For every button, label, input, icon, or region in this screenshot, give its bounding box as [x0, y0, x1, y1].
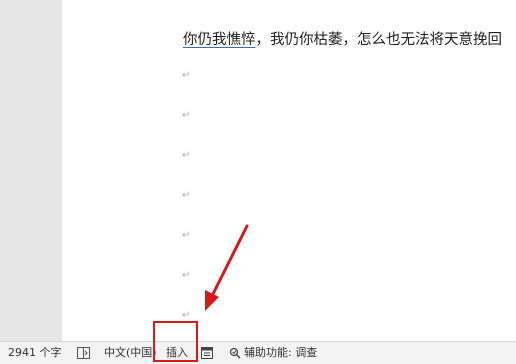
accessibility-icon-svg	[229, 347, 241, 359]
paragraph-mark-icon: ↵	[182, 310, 191, 321]
macro-icon[interactable]	[201, 347, 213, 362]
word-count[interactable]: 2941 个字	[8, 346, 62, 360]
accessibility-status[interactable]: 辅助功能: 调查	[244, 346, 317, 360]
text-rest: ，我仍你枯萎，怎么也无法将天意挽回	[255, 32, 503, 48]
paragraph-mark-icon: ↵	[182, 270, 191, 281]
macro-icon-svg	[201, 347, 213, 359]
language-indicator[interactable]: 中文(中国)	[104, 346, 157, 360]
paragraph-mark-icon: ↵	[182, 150, 191, 161]
paragraph-mark-icon: ↵	[182, 110, 191, 121]
proofing-icon-svg	[77, 347, 90, 359]
insert-mode-highlight-box	[153, 321, 198, 362]
paragraph-mark-icon: ↵	[182, 70, 191, 81]
underlined-text: 你仍我憔悴	[183, 32, 256, 48]
proofing-icon[interactable]	[77, 347, 90, 362]
paragraph-mark-icon: ↵	[182, 230, 191, 241]
word-window: 你仍我憔悴，我仍你枯萎，怎么也无法将天意挽回 ↵ ↵ ↵ ↵ ↵ ↵ ↵ 294…	[0, 0, 516, 364]
status-bar: 2941 个字 中文(中国) 插入 辅助功能: 调查	[0, 341, 516, 364]
document-text-line[interactable]: 你仍我憔悴，我仍你枯萎，怎么也无法将天意挽回	[183, 28, 502, 49]
paragraph-mark-icon: ↵	[182, 190, 191, 201]
accessibility-icon[interactable]	[229, 347, 242, 362]
left-gutter	[0, 0, 62, 341]
document-page[interactable]	[62, 0, 516, 341]
